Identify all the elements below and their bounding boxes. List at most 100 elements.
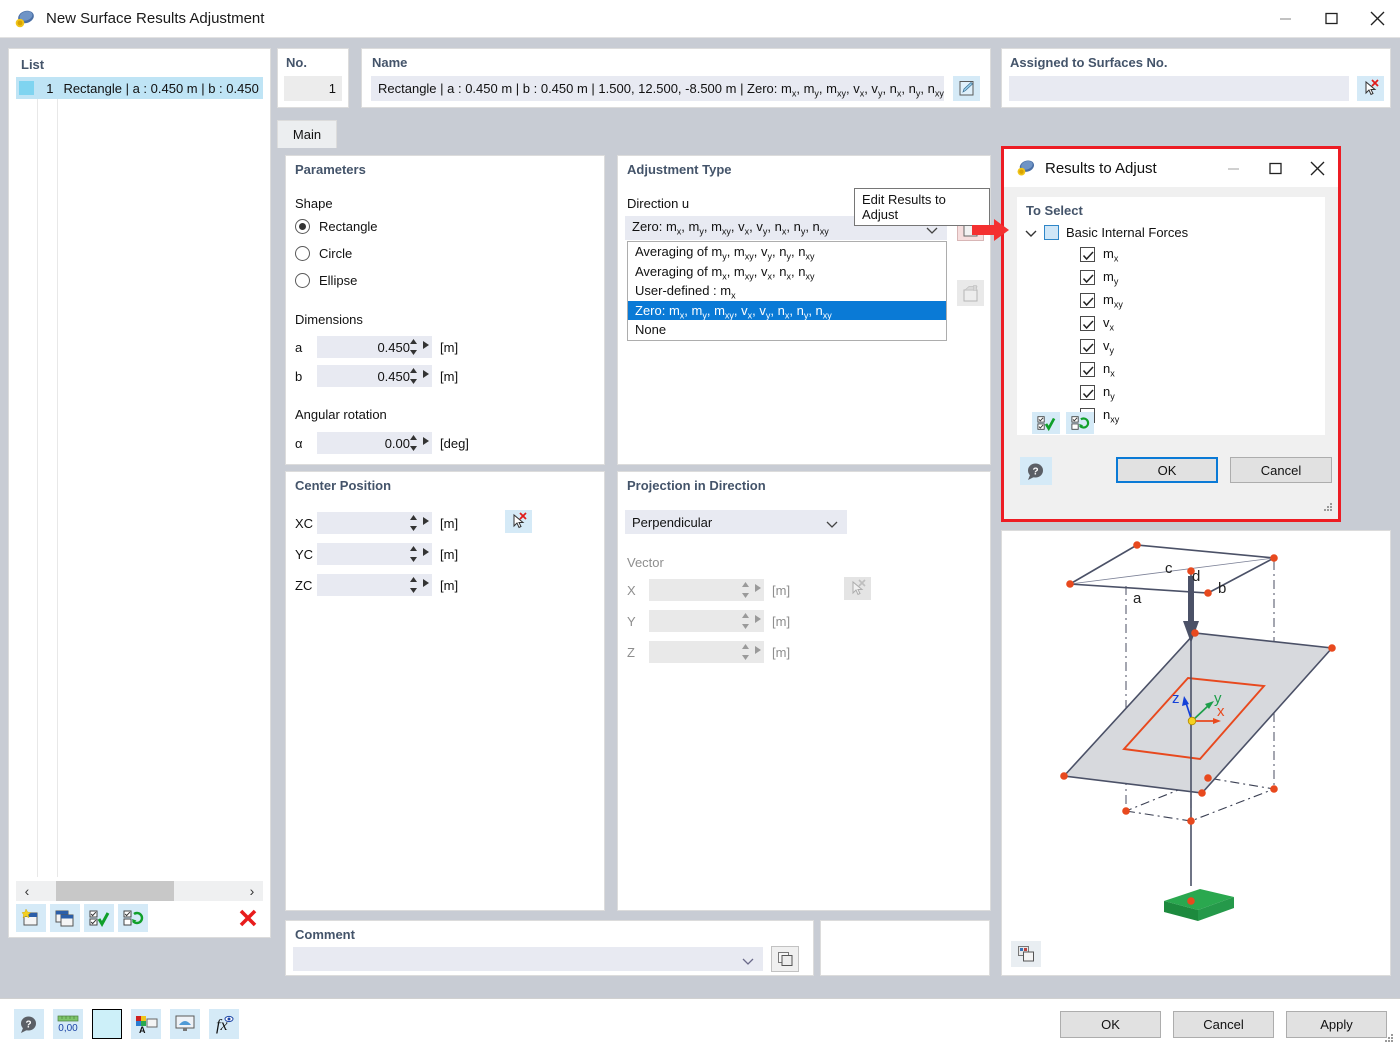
new-item-icon[interactable]: [16, 904, 46, 932]
tree-item-vy[interactable]: vy: [1080, 338, 1114, 356]
dimension-b-stepper[interactable]: [409, 367, 418, 385]
scrollbar-thumb[interactable]: [56, 881, 174, 901]
dropdown-option-selected[interactable]: Zero: mx, my, mxy, vx, vy, nx, ny, nxy: [628, 301, 946, 321]
center-yc-input[interactable]: [317, 543, 432, 565]
checkbox-vx[interactable]: [1080, 316, 1095, 331]
radio-rectangle-icon[interactable]: [295, 219, 310, 234]
tree-item-my[interactable]: my: [1080, 269, 1118, 287]
center-xc-expand-icon[interactable]: [423, 517, 429, 525]
tree-item-mx[interactable]: mx: [1080, 246, 1118, 264]
radio-circle-icon[interactable]: [295, 246, 310, 261]
adjustment-type-dropdown[interactable]: Averaging of my, mxy, vy, ny, nxy Averag…: [627, 241, 947, 341]
no-value-field[interactable]: 1: [284, 76, 342, 101]
projection-direction-combo[interactable]: Perpendicular: [625, 510, 847, 534]
minimize-icon[interactable]: [1212, 149, 1254, 187]
comment-library-icon[interactable]: [771, 946, 799, 972]
dimension-a-input[interactable]: 0.450: [317, 336, 432, 358]
tab-main[interactable]: Main: [277, 120, 337, 148]
shape-option-ellipse[interactable]: Ellipse: [295, 273, 357, 288]
close-icon[interactable]: [1354, 0, 1400, 38]
center-xc-input[interactable]: [317, 512, 432, 534]
dimension-a-expand-icon[interactable]: [423, 341, 429, 349]
chevron-down-icon[interactable]: [1025, 227, 1037, 239]
tree-group-basic-internal-forces[interactable]: Basic Internal Forces: [1025, 225, 1188, 240]
checkbox-vy[interactable]: [1080, 339, 1095, 354]
checkbox-nx[interactable]: [1080, 362, 1095, 377]
invert-selection-icon[interactable]: [1066, 412, 1094, 434]
maximize-icon[interactable]: [1254, 149, 1296, 187]
close-icon[interactable]: [1296, 149, 1338, 187]
tree-item-mxy[interactable]: mxy: [1080, 292, 1123, 310]
shape-option-circle[interactable]: Circle: [295, 246, 352, 261]
resize-grip[interactable]: [1323, 501, 1334, 516]
display-properties-icon[interactable]: A: [131, 1009, 161, 1039]
help-icon[interactable]: ?: [14, 1009, 44, 1039]
center-zc-stepper[interactable]: [409, 576, 418, 594]
cancel-button[interactable]: Cancel: [1173, 1011, 1274, 1038]
tree-item-nx[interactable]: nx: [1080, 361, 1115, 379]
checkbox-mxy[interactable]: [1080, 293, 1095, 308]
copy-item-icon[interactable]: [50, 904, 80, 932]
angular-rotation-expand-icon[interactable]: [423, 437, 429, 445]
invert-selection-icon[interactable]: [118, 904, 148, 932]
assigned-input[interactable]: [1009, 76, 1349, 101]
results-to-adjust-ok-label: OK: [1158, 463, 1177, 478]
list-title: List: [21, 57, 44, 72]
center-zc-input[interactable]: [317, 574, 432, 596]
color-swatch-icon[interactable]: [92, 1009, 122, 1039]
graphic-label-d: d: [1192, 568, 1200, 585]
checkbox-ny[interactable]: [1080, 385, 1095, 400]
ok-button[interactable]: OK: [1060, 1011, 1161, 1038]
resize-grip[interactable]: [1384, 1032, 1395, 1047]
name-input[interactable]: Rectangle | a : 0.450 m | b : 0.450 m | …: [371, 76, 944, 101]
checkbox-mx[interactable]: [1080, 247, 1095, 262]
maximize-icon[interactable]: [1308, 0, 1354, 38]
apply-button[interactable]: Apply: [1286, 1011, 1387, 1038]
graphic-snapshot-icon[interactable]: [1011, 941, 1041, 967]
center-xc-stepper[interactable]: [409, 514, 418, 532]
center-zc-expand-icon[interactable]: [423, 579, 429, 587]
list-horizontal-scrollbar[interactable]: ‹ ›: [16, 881, 263, 901]
list-item[interactable]: 1 Rectangle | a : 0.450 m | b : 0.450 m: [16, 77, 263, 99]
chevron-down-icon[interactable]: [742, 954, 754, 969]
select-all-icon[interactable]: [1032, 412, 1060, 434]
checkbox-basic-internal-forces[interactable]: [1044, 225, 1059, 240]
tree-item-ny[interactable]: ny: [1080, 384, 1115, 402]
pick-point-icon[interactable]: [505, 510, 532, 533]
dropdown-option[interactable]: Averaging of my, mxy, vy, ny, nxy: [628, 242, 946, 262]
dimension-b-expand-icon[interactable]: [423, 370, 429, 378]
vector-z-stepper: [741, 643, 750, 661]
shape-option-rectangle[interactable]: Rectangle: [295, 219, 378, 234]
delete-item-icon[interactable]: [233, 904, 263, 932]
dimension-a-stepper[interactable]: [409, 338, 418, 356]
tree-item-vx[interactable]: vx: [1080, 315, 1114, 333]
select-all-icon[interactable]: [84, 904, 114, 932]
angular-rotation-stepper[interactable]: [409, 434, 418, 452]
center-yc-stepper[interactable]: [409, 545, 418, 563]
dropdown-option[interactable]: Averaging of mx, mxy, vx, nx, nxy: [628, 262, 946, 282]
units-icon[interactable]: 0,00: [53, 1009, 83, 1039]
radio-ellipse-icon[interactable]: [295, 273, 310, 288]
edit-name-icon[interactable]: [953, 76, 980, 101]
results-to-adjust-cancel-button[interactable]: Cancel: [1230, 457, 1332, 483]
results-to-adjust-ok-button[interactable]: OK: [1116, 457, 1218, 483]
comment-combo[interactable]: [293, 947, 763, 971]
angular-rotation-input[interactable]: 0.00: [317, 432, 432, 454]
pick-surfaces-icon[interactable]: [1357, 76, 1384, 101]
chevron-down-icon[interactable]: [826, 517, 838, 532]
formula-icon[interactable]: fx: [209, 1009, 239, 1039]
center-yc-expand-icon[interactable]: [423, 548, 429, 556]
ok-button-label: OK: [1101, 1017, 1120, 1032]
tree-group-label: Basic Internal Forces: [1066, 225, 1188, 240]
minimize-icon[interactable]: [1262, 0, 1308, 38]
help-icon[interactable]: ?: [1020, 457, 1052, 485]
render-icon[interactable]: [170, 1009, 200, 1039]
list-body[interactable]: 1 Rectangle | a : 0.450 m | b : 0.450 m: [16, 77, 263, 877]
checkbox-my[interactable]: [1080, 270, 1095, 285]
scroll-right-icon[interactable]: ›: [241, 883, 263, 899]
scroll-left-icon[interactable]: ‹: [16, 883, 38, 899]
dimension-b-input[interactable]: 0.450: [317, 365, 432, 387]
dropdown-option[interactable]: User-defined : mx: [628, 281, 946, 301]
scrollbar-track[interactable]: [38, 881, 241, 901]
dropdown-option[interactable]: None: [628, 320, 946, 340]
